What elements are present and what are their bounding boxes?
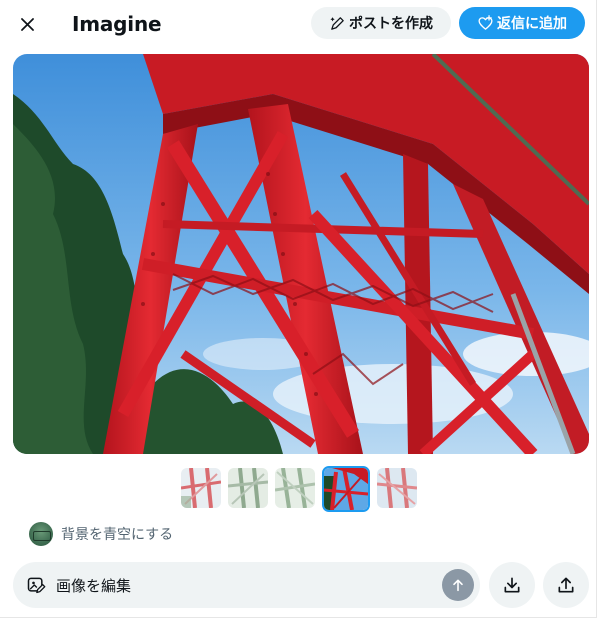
thumbnail-2-image xyxy=(228,468,268,508)
create-post-button[interactable]: ポストを作成 xyxy=(311,7,451,39)
imagine-dialog: Imagine ポストを作成 返信に追加 背景を青空にする 画像を編集 xyxy=(0,0,597,618)
arrow-up-icon xyxy=(453,579,463,592)
create-post-label: ポストを作成 xyxy=(349,16,433,32)
thumbnail-3-image xyxy=(275,468,315,508)
thumbnail-5-image xyxy=(377,468,417,508)
download-button[interactable] xyxy=(489,562,535,608)
close-icon xyxy=(20,17,34,31)
thumbnail-2[interactable] xyxy=(228,468,268,508)
prompt-text: 背景を青空にする xyxy=(61,527,174,543)
share-button[interactable] xyxy=(543,562,589,608)
image-edit-icon xyxy=(27,577,46,594)
share-icon xyxy=(558,577,574,593)
heart-plus-icon xyxy=(478,14,493,30)
thumbnail-strip xyxy=(181,466,417,512)
generated-image[interactable] xyxy=(13,54,589,454)
thumbnail-4-image xyxy=(324,468,368,510)
edit-image-text: 画像を編集 xyxy=(56,577,132,595)
dialog-title: Imagine xyxy=(72,12,162,36)
add-to-reply-label: 返信に追加 xyxy=(497,16,567,32)
download-icon xyxy=(504,577,520,593)
thumbnail-3[interactable] xyxy=(275,468,315,508)
edit-image-input[interactable]: 画像を編集 xyxy=(13,562,480,608)
send-button[interactable] xyxy=(442,569,474,601)
prompt-thumbnail xyxy=(29,522,53,546)
thumbnail-5[interactable] xyxy=(377,468,417,508)
thumbnail-1[interactable] xyxy=(181,468,221,508)
add-to-reply-button[interactable]: 返信に追加 xyxy=(459,7,585,39)
sparkle-pen-icon xyxy=(330,16,344,30)
thumbnail-1-image xyxy=(181,468,221,508)
thumbnail-4-selected[interactable] xyxy=(322,466,370,512)
bridge-image xyxy=(13,54,589,454)
prompt-history-item[interactable]: 背景を青空にする xyxy=(29,522,173,546)
close-button[interactable] xyxy=(8,5,46,43)
